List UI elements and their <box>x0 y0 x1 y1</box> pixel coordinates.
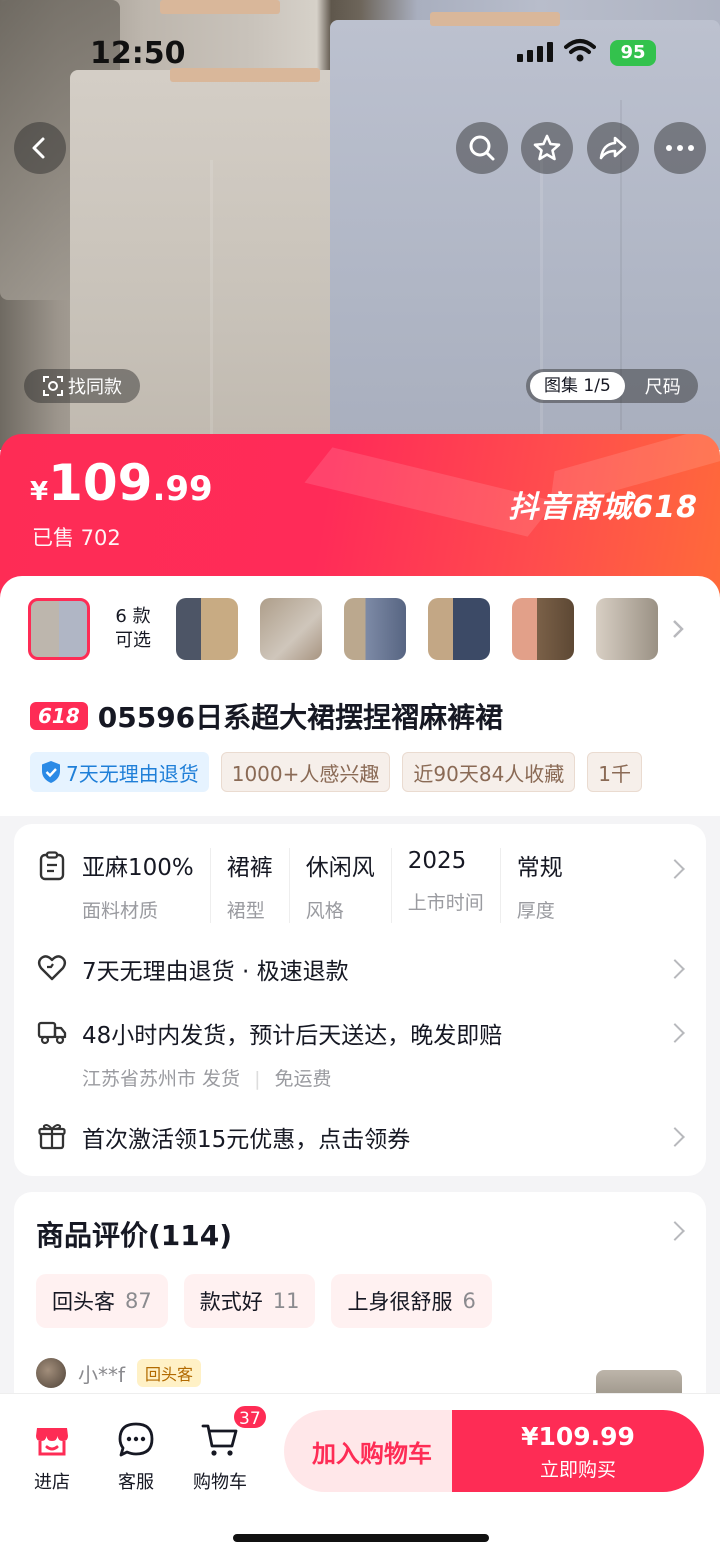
status-bar: 12:50 95 <box>0 28 720 78</box>
chevron-right-icon <box>665 959 685 979</box>
spec-item: 亚麻100% 面料材质 <box>82 848 211 923</box>
tag-favorites: 近90天84人收藏 <box>402 752 576 792</box>
shopping-cart-icon <box>201 1424 238 1456</box>
search-button[interactable] <box>456 122 508 174</box>
tag-returns[interactable]: 7天无理由退货 <box>30 752 209 792</box>
more-button[interactable] <box>654 122 706 174</box>
star-icon <box>533 134 561 161</box>
promo-badge: 618 <box>30 702 88 730</box>
spec-item: 2025 上市时间 <box>408 848 501 923</box>
chevron-right-icon <box>665 1127 685 1147</box>
clipboard-icon <box>36 850 68 882</box>
variant-thumb-selected[interactable] <box>28 598 90 660</box>
store-button[interactable]: 进店 <box>12 1420 92 1494</box>
find-similar-label: 找同款 <box>68 377 122 398</box>
review-tag[interactable]: 款式好 11 <box>183 1274 316 1328</box>
store-icon <box>36 1428 68 1456</box>
favorite-button[interactable] <box>521 122 573 174</box>
product-title: 05596日系超大裙摆捏褶麻裤裙 <box>97 701 504 734</box>
add-to-cart-button[interactable]: 加入购物车 <box>284 1410 460 1492</box>
returns-row[interactable]: 7天无理由退货 · 极速退款 <box>36 952 349 986</box>
scan-icon <box>43 376 63 396</box>
search-icon <box>469 135 495 161</box>
buy-now-button[interactable]: ¥109.99 立即购买 <box>452 1410 704 1492</box>
review-tag[interactable]: 回头客 87 <box>36 1274 168 1328</box>
shipping-row[interactable]: 48小时内发货，预计后天送达，晚发即赔 江苏省苏州市 发货 | 免运费 <box>36 1016 502 1091</box>
product-info-card: 6 款 可选 618 05596日系超大裙摆捏褶麻裤裙 7天无理由退货 1000… <box>0 576 720 816</box>
cart-count-badge: 37 <box>232 1404 268 1430</box>
back-button[interactable] <box>14 122 66 174</box>
shipping-fee: 免运费 <box>274 1068 332 1090</box>
sold-count: 已售 702 <box>32 526 121 550</box>
product-title-row: 618 05596日系超大裙摆捏褶麻裤裙 <box>30 696 503 736</box>
find-similar-button[interactable]: 找同款 <box>24 369 140 403</box>
truck-icon <box>36 1016 68 1048</box>
bottom-action-bar: 进店 客服 购物车 37 加入购物车 ¥109.99 立即购买 <box>0 1394 720 1560</box>
product-page: 12:50 95 找同款 图集 1/5 尺码 ¥109.99 已售 702 抖音… <box>0 0 720 1560</box>
variant-thumb[interactable] <box>176 598 238 660</box>
review-tag-list: 回头客 87 款式好 11 上身很舒服 6 <box>36 1274 492 1328</box>
customer-service-button[interactable]: 客服 <box>96 1420 176 1494</box>
variant-selector: 6 款 可选 <box>28 598 686 660</box>
spec-item: 休闲风 风格 <box>306 848 392 923</box>
chat-bubble-icon <box>118 1422 154 1457</box>
shipping-text: 48小时内发货，预计后天送达，晚发即赔 <box>82 1023 503 1049</box>
wifi-icon <box>564 38 596 68</box>
product-tags: 7天无理由退货 1000+人感兴趣 近90天84人收藏 1千 <box>30 752 690 794</box>
spec-list[interactable]: 亚麻100% 面料材质 裙裤 裙型 休闲风 风格 2025 上市时间 常规 厚度 <box>82 848 595 923</box>
reviews-card: 商品评价(114) 回头客 87 款式好 11 上身很舒服 6 小**f 回头客 <box>14 1192 706 1402</box>
tag-more: 1千 <box>587 752 643 792</box>
gallery-tab[interactable]: 图集 1/5 <box>530 372 625 400</box>
coupon-row[interactable]: 首次激活领15元优惠，点击领券 <box>36 1120 410 1154</box>
chevron-right-icon[interactable] <box>665 1221 685 1241</box>
promo-brand-logo: 抖音商城618 <box>508 490 698 525</box>
shield-check-icon <box>42 761 60 783</box>
chevron-left-icon <box>32 137 45 159</box>
status-time: 12:50 <box>90 36 186 71</box>
cellular-signal-icon <box>517 42 553 62</box>
variant-thumb[interactable] <box>260 598 322 660</box>
shipping-origin: 江苏省苏州市 发货 <box>82 1068 241 1090</box>
size-tab[interactable]: 尺码 <box>645 373 681 399</box>
reviews-title[interactable]: 商品评价(114) <box>36 1214 232 1254</box>
chevron-right-icon <box>665 859 685 879</box>
variant-thumb[interactable] <box>428 598 490 660</box>
heart-return-icon <box>36 952 68 984</box>
gift-icon <box>36 1120 68 1152</box>
variant-thumb[interactable] <box>344 598 406 660</box>
spec-item: 常规 厚度 <box>516 855 563 922</box>
chevron-right-icon <box>665 1023 685 1043</box>
variant-thumb[interactable] <box>512 598 574 660</box>
price: ¥109.99 <box>30 454 213 512</box>
chevron-right-icon[interactable] <box>670 617 686 641</box>
spec-row[interactable] <box>36 850 82 882</box>
coupon-text: 首次激活领15元优惠，点击领券 <box>82 1127 411 1153</box>
spec-item: 裙裤 裙型 <box>227 848 290 923</box>
share-icon <box>599 136 627 160</box>
variant-count[interactable]: 6 款 可选 <box>90 605 176 653</box>
avatar <box>36 1358 66 1388</box>
buy-now-label: 立即购买 <box>539 1459 616 1481</box>
tag-interest: 1000+人感兴趣 <box>220 752 391 792</box>
gallery-switch: 图集 1/5 尺码 <box>526 369 698 403</box>
buy-now-price: ¥109.99 <box>521 1422 635 1451</box>
battery-indicator: 95 <box>610 40 656 66</box>
reviewer: 小**f 回头客 <box>36 1358 202 1388</box>
reviewer-badge: 回头客 <box>137 1359 202 1387</box>
variant-thumb[interactable] <box>596 598 658 660</box>
returns-text: 7天无理由退货 · 极速退款 <box>82 959 349 985</box>
review-tag[interactable]: 上身很舒服 6 <box>331 1274 492 1328</box>
reviewer-name: 小**f <box>78 1362 126 1387</box>
more-dots-icon <box>666 145 694 151</box>
attributes-card: 亚麻100% 面料材质 裙裤 裙型 休闲风 风格 2025 上市时间 常规 厚度 7天无理… <box>14 824 706 1176</box>
home-indicator[interactable] <box>233 1534 489 1542</box>
share-button[interactable] <box>587 122 639 174</box>
